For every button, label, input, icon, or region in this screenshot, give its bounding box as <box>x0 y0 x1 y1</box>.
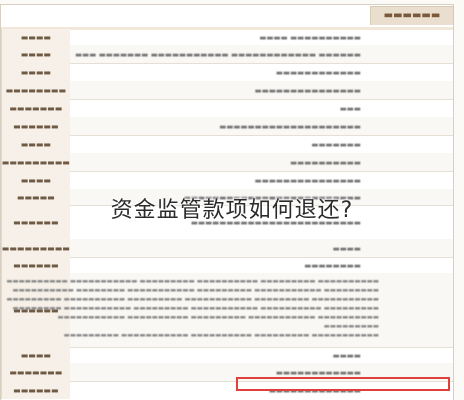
overlay-caption: 资金监管款项如何退还? <box>110 198 354 223</box>
table-row: ▬▬▬▬▬▬ ▬▬▬▬▬▬▬▬▬▬ ▬▬▬▬▬▬▬▬▬ ▬▬▬▬▬▬▬▬▬▬ ▬… <box>1 273 453 348</box>
table-row: ▬▬▬▬▬▬▬▬▬ ▬▬▬▬ <box>1 239 453 258</box>
table-row: ▬▬▬▬ ▬▬▬▬ <box>1 347 453 364</box>
table-row: ▬▬▬▬ ▬▬▬▬▬▬ ▬▬▬▬▬▬▬▬▬▬▬▬ ▬▬▬▬▬▬▬▬▬▬▬ ▬▬▬… <box>1 45 453 64</box>
row-label: ▬▬▬▬▬▬▬▬▬ <box>1 239 70 257</box>
row-value: ▬▬▬ <box>339 103 361 113</box>
row-value: ▬▬▬▬▬▬▬▬▬▬ ▬▬▬▬ <box>259 32 361 42</box>
section-tab: ▬▬▬▬▬▬ <box>370 6 454 25</box>
row-label: ▬▬▬▬ <box>1 135 70 153</box>
row-value: ▬▬▬▬▬▬▬▬▬▬▬▬ <box>275 67 361 77</box>
table-row: ▬▬▬▬▬▬ ▬▬▬▬▬▬▬▬ <box>1 257 453 274</box>
row-label: ▬▬▬▬▬▬▬ <box>1 363 70 381</box>
row-value: ▬▬▬▬ <box>332 350 361 360</box>
row-value-block: ▬▬▬▬▬▬▬▬▬▬ ▬▬▬▬▬▬▬▬▬ ▬▬▬▬▬▬▬▬▬▬ ▬▬▬▬▬▬▬▬… <box>6 277 379 343</box>
row-label: ▬▬▬▬ <box>1 45 70 63</box>
row-label: ▬▬▬▬▬▬ <box>1 257 70 273</box>
row-label: ▬▬▬▬▬▬▬ <box>1 99 70 117</box>
row-value: ▬▬▬▬▬▬▬▬▬▬▬▬▬▬▬ <box>254 85 361 95</box>
row-value: ▬▬▬▬ <box>332 243 361 253</box>
row-label: ▬▬▬▬▬▬ <box>1 117 70 135</box>
table-row: ▬▬▬▬▬▬ ▬▬▬▬▬▬▬▬▬▬▬▬▬▬▬▬▬▬▬▬ <box>1 117 453 136</box>
row-value: ▬▬▬▬▬▬▬▬▬▬▬▬▬▬▬ <box>254 175 361 185</box>
table-row: ▬▬▬▬ ▬▬▬▬▬▬▬ <box>1 135 453 154</box>
document-sheet: ▬▬▬▬ ▬▬▬▬▬▬▬▬▬▬ ▬▬▬▬ ▬▬▬▬ ▬▬▬▬▬▬ ▬▬▬▬▬▬▬… <box>0 0 464 400</box>
table-row: ▬▬▬▬ ▬▬▬▬▬▬▬▬▬▬▬▬ <box>1 63 453 82</box>
table-row: ▬▬▬▬▬▬▬ ▬▬▬ <box>1 99 453 118</box>
table-row: ▬▬▬▬ ▬▬▬▬▬▬▬▬▬▬ ▬▬▬▬ <box>1 29 453 46</box>
row-value: ▬▬▬▬▬▬▬▬▬▬▬▬▬▬▬▬▬▬▬▬ <box>219 121 361 131</box>
table-row: ▬▬▬▬▬▬▬▬ ▬▬▬▬▬▬▬▬▬▬▬▬▬▬▬ <box>1 81 453 100</box>
table-row: ▬▬▬▬▬▬▬▬▬ ▬▬▬▬▬▬▬▬▬▬ <box>1 153 453 172</box>
row-label: ▬▬▬▬ <box>1 171 70 189</box>
row-label: ▬▬▬▬ <box>1 29 70 45</box>
row-label: ▬▬▬▬▬▬▬▬▬ <box>1 153 70 171</box>
row-label: ▬▬▬▬▬▬▬▬ <box>1 81 70 99</box>
row-value: ▬▬▬▬▬▬ ▬▬▬▬▬▬▬▬▬▬▬▬ ▬▬▬▬▬▬▬▬▬▬▬ ▬▬▬▬▬▬▬ … <box>75 49 361 59</box>
row-label: ▬▬▬▬ <box>1 63 70 81</box>
row-label: ▬▬▬▬ <box>1 347 70 363</box>
row-label: ▬▬▬▬▬▬ <box>1 381 70 399</box>
row-value: ▬▬▬▬▬▬▬ <box>311 139 361 149</box>
row-value: ▬▬▬▬▬▬▬▬ <box>304 260 361 270</box>
row-value: ▬▬▬▬▬▬▬▬▬▬ <box>290 157 361 167</box>
highlight-box <box>236 377 450 391</box>
